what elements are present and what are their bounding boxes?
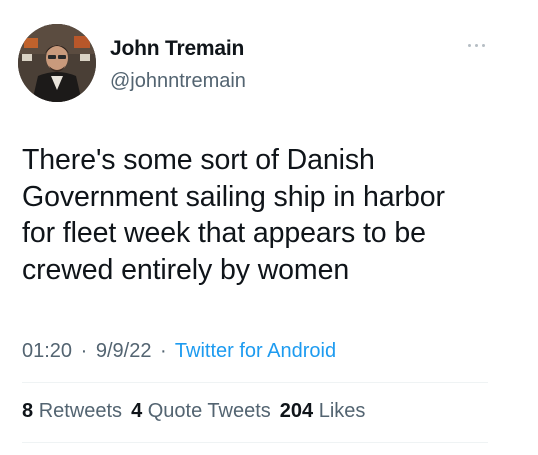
quote-tweets-count: 4 [131, 400, 143, 422]
profile-photo-icon [18, 24, 96, 102]
meta-separator: · [160, 340, 167, 362]
user-handle[interactable]: @johnntremain [110, 70, 246, 93]
tweet-text-line: crewed entirely by women [22, 253, 350, 286]
likes-stat[interactable]: 204 Likes [280, 400, 366, 422]
retweets-count: 8 [22, 400, 34, 422]
retweets-stat[interactable]: 8 Retweets [22, 400, 122, 422]
tweet-text-line: Government sailing ship in harbor [22, 180, 445, 213]
tweet-card: John Tremain @johnntremain There's some … [0, 0, 538, 455]
engagement-stats: 8 Retweets 4 Quote Tweets 204 Likes [22, 400, 374, 423]
tweet-source-link[interactable]: Twitter for Android [175, 340, 336, 362]
divider [22, 382, 488, 383]
divider [22, 442, 488, 443]
tweet-text: There's some sort of Danish Government s… [22, 142, 522, 288]
tweet-time[interactable]: 01:20 [22, 340, 72, 362]
display-name[interactable]: John Tremain [110, 37, 244, 61]
tweet-meta: 01:20 · 9/9/22 · Twitter for Android [22, 340, 336, 363]
meta-separator: · [80, 340, 88, 362]
likes-count: 204 [279, 400, 314, 422]
tweet-text-line: for fleet week that appears to be [22, 217, 426, 249]
ellipsis-icon[interactable] [466, 40, 488, 52]
quote-tweets-label: Quote Tweets [147, 400, 271, 422]
likes-label: Likes [318, 400, 366, 422]
tweet-date[interactable]: 9/9/22 [96, 340, 152, 362]
avatar[interactable] [18, 24, 96, 102]
quote-tweets-stat[interactable]: 4 Quote Tweets [131, 400, 271, 422]
tweet-text-line: There's some sort of Danish [22, 144, 375, 176]
retweets-label: Retweets [38, 400, 123, 422]
